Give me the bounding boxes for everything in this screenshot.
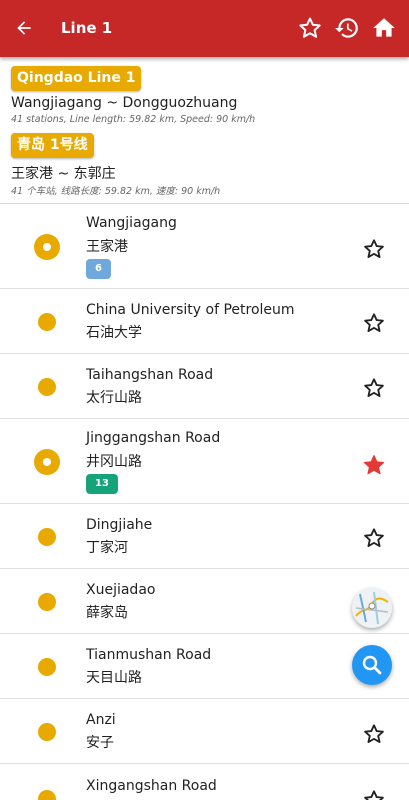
- station-name-en: Xuejiadao: [86, 582, 156, 598]
- transfer-line-badge[interactable]: 6: [86, 259, 111, 279]
- station-row[interactable]: Jinggangshan Road 井冈山路 13: [0, 419, 409, 504]
- station-name-en: Xingangshan Road: [86, 778, 217, 794]
- station-name-cn: 太行山路: [86, 390, 142, 406]
- station-dot: [38, 378, 56, 396]
- station-row[interactable]: China University of Petroleum 石油大学: [0, 289, 409, 354]
- favorite-station-button[interactable]: [362, 311, 386, 335]
- arrow-left-icon: [17, 21, 31, 35]
- favorite-station-button[interactable]: [362, 788, 386, 800]
- line-route-en: Wangjiagang ~ Dongguozhuang: [11, 95, 238, 111]
- metro-map-button[interactable]: [352, 588, 392, 628]
- station-row[interactable]: Xingangshan Road: [0, 764, 409, 800]
- favorite-line-button[interactable]: [296, 14, 324, 42]
- station-name-en: Taihangshan Road: [86, 367, 214, 383]
- star-outline-icon: [364, 378, 384, 397]
- metro-map-icon: [352, 588, 392, 628]
- station-row[interactable]: Taihangshan Road 太行山路: [0, 354, 409, 419]
- station-dot: [38, 593, 56, 611]
- line-meta-en: 41 stations, Line length: 59.82 km, Spee…: [11, 114, 256, 125]
- favorite-station-button[interactable]: [362, 237, 386, 261]
- station-name-en: Dingjiahe: [86, 517, 153, 533]
- home-button[interactable]: [370, 14, 398, 42]
- station-dot: [38, 723, 56, 741]
- station-name-cn: 王家港: [86, 239, 128, 255]
- station-row[interactable]: Xuejiadao 薛家岛: [0, 569, 409, 634]
- page-title: Line 1: [61, 19, 113, 37]
- station-dot: [38, 528, 56, 546]
- star-outline-icon: [364, 790, 384, 800]
- star-outline-icon: [299, 17, 321, 38]
- station-name-en: Anzi: [86, 712, 116, 728]
- station-name-cn: 安子: [86, 735, 114, 751]
- history-icon: [335, 18, 358, 38]
- station-dot: [38, 790, 56, 800]
- home-icon: [373, 18, 395, 37]
- station-name-cn: 天目山路: [86, 670, 142, 686]
- star-outline-icon: [364, 528, 384, 547]
- station-name-en: China University of Petroleum: [86, 302, 295, 318]
- line-info-panel: Qingdao Line 1 Wangjiagang ~ Dongguozhua…: [0, 57, 409, 204]
- station-row[interactable]: Tianmushan Road 天目山路: [0, 634, 409, 699]
- station-name-cn: 石油大学: [86, 325, 142, 341]
- station-dot-transfer: [34, 234, 60, 260]
- station-name-en: Tianmushan Road: [86, 647, 212, 663]
- station-name-en: Jinggangshan Road: [86, 430, 221, 446]
- star-filled-icon: [363, 455, 385, 475]
- station-name-cn: 丁家河: [86, 540, 128, 556]
- favorite-station-button[interactable]: [362, 526, 386, 550]
- station-dot: [38, 313, 56, 331]
- star-outline-icon: [364, 239, 384, 258]
- station-row[interactable]: Dingjiahe 丁家河: [0, 504, 409, 569]
- line-route-cn: 王家港 ~ 东郭庄: [11, 166, 116, 182]
- star-outline-icon: [364, 313, 384, 332]
- favorite-station-button[interactable]: [362, 453, 386, 477]
- station-dot-transfer: [34, 449, 60, 475]
- station-row[interactable]: Wangjiagang 王家港 6: [0, 204, 409, 289]
- favorite-station-button[interactable]: [362, 722, 386, 746]
- search-button[interactable]: [352, 645, 392, 685]
- history-button[interactable]: [333, 14, 361, 42]
- station-row[interactable]: Anzi 安子: [0, 699, 409, 764]
- transfer-line-badge[interactable]: 13: [86, 474, 118, 494]
- favorite-station-button[interactable]: [362, 376, 386, 400]
- line-name-badge-cn: 青岛 1号线: [11, 133, 94, 158]
- search-icon: [362, 655, 382, 675]
- star-outline-icon: [364, 724, 384, 743]
- line-name-badge-en: Qingdao Line 1: [11, 66, 142, 91]
- station-name-cn: 井冈山路: [86, 454, 142, 470]
- station-name-en: Wangjiagang: [86, 215, 177, 231]
- app-bar: Line 1: [0, 0, 409, 57]
- back-button[interactable]: [10, 14, 38, 42]
- line-meta-cn: 41 个车站, 线路长度: 59.82 km, 速度: 90 km/h: [11, 186, 221, 197]
- station-dot: [38, 658, 56, 676]
- station-name-cn: 薛家岛: [86, 605, 128, 621]
